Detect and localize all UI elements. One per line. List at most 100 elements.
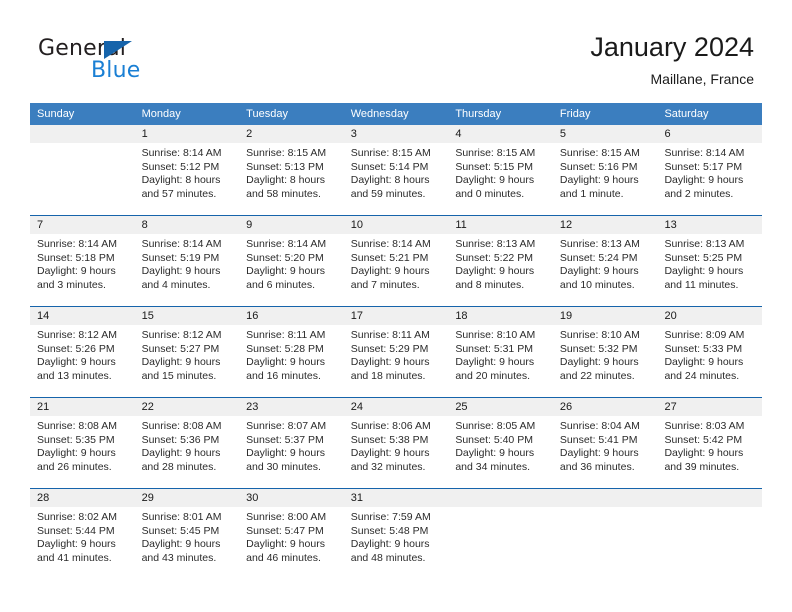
day-detail-line: Sunset: 5:48 PM xyxy=(350,524,429,537)
day-number[interactable]: 11 xyxy=(448,216,553,234)
day-cell[interactable]: Sunrise: 8:13 AM Sunset: 5:22 PM Daylight:… xyxy=(448,234,553,306)
day-number[interactable]: 25 xyxy=(448,398,553,416)
day-detail-line: Sunset: 5:15 PM xyxy=(455,160,533,173)
day-cell-empty xyxy=(553,507,658,579)
day-number[interactable]: 22 xyxy=(135,398,240,416)
day-number[interactable]: 13 xyxy=(657,216,762,234)
day-number[interactable]: 23 xyxy=(239,398,344,416)
brand-name-blue: Blue xyxy=(91,58,141,83)
day-number[interactable]: 14 xyxy=(30,307,135,325)
day-cell[interactable]: Sunrise: 8:15 AM Sunset: 5:15 PM Daylight:… xyxy=(448,143,553,215)
day-number[interactable]: 9 xyxy=(239,216,344,234)
day-cell[interactable]: Sunrise: 8:11 AM Sunset: 5:28 PM Daylight:… xyxy=(239,325,344,397)
day-detail-line: Sunset: 5:17 PM xyxy=(664,160,743,173)
day-number[interactable]: 6 xyxy=(657,125,762,143)
day-cell[interactable]: Sunrise: 8:10 AM Sunset: 5:31 PM Daylight:… xyxy=(448,325,553,397)
day-number[interactable]: 3 xyxy=(344,125,449,143)
day-cell[interactable]: Sunrise: 8:08 AM Sunset: 5:36 PM Daylight:… xyxy=(135,416,240,488)
day-number[interactable]: 10 xyxy=(344,216,449,234)
day-cell[interactable]: Sunrise: 8:02 AM Sunset: 5:44 PM Daylight:… xyxy=(30,507,135,579)
day-cell[interactable]: Sunrise: 8:03 AM Sunset: 5:42 PM Daylight:… xyxy=(657,416,762,488)
day-cell[interactable]: Sunrise: 8:14 AM Sunset: 5:20 PM Daylight:… xyxy=(239,234,344,306)
day-detail-line: Daylight: 9 hours xyxy=(246,265,325,278)
day-detail-line: and 41 minutes. xyxy=(37,551,112,564)
day-detail-line: and 7 minutes. xyxy=(350,278,420,291)
day-number-empty xyxy=(448,489,553,507)
day-number[interactable]: 2 xyxy=(239,125,344,143)
day-detail-line: Sunrise: 8:13 AM xyxy=(455,238,536,250)
day-number[interactable]: 27 xyxy=(657,398,762,416)
day-detail-line: Daylight: 9 hours xyxy=(37,538,116,551)
day-number[interactable]: 5 xyxy=(553,125,658,143)
day-cell[interactable]: Sunrise: 8:14 AM Sunset: 5:18 PM Daylight:… xyxy=(30,234,135,306)
day-cell[interactable]: Sunrise: 7:59 AM Sunset: 5:48 PM Daylight:… xyxy=(344,507,449,579)
day-number[interactable]: 17 xyxy=(344,307,449,325)
day-detail-line: and 46 minutes. xyxy=(246,551,321,564)
day-detail-line: Sunset: 5:37 PM xyxy=(246,433,324,446)
day-cell-empty xyxy=(657,507,762,579)
day-cell[interactable]: Sunrise: 8:11 AM Sunset: 5:29 PM Daylight:… xyxy=(344,325,449,397)
day-number[interactable]: 19 xyxy=(553,307,658,325)
day-detail-line: Daylight: 9 hours xyxy=(350,538,430,551)
day-number[interactable]: 16 xyxy=(239,307,344,325)
day-detail-line: Daylight: 9 hours xyxy=(664,174,744,187)
day-cell[interactable]: Sunrise: 8:00 AM Sunset: 5:47 PM Daylight:… xyxy=(239,507,344,579)
day-number[interactable]: 4 xyxy=(448,125,553,143)
day-detail-line: Sunset: 5:26 PM xyxy=(37,342,115,355)
day-cell[interactable]: Sunrise: 8:15 AM Sunset: 5:14 PM Daylight:… xyxy=(344,143,449,215)
day-cell[interactable]: Sunrise: 8:15 AM Sunset: 5:13 PM Daylight:… xyxy=(239,143,344,215)
day-detail-line: and 32 minutes. xyxy=(350,460,426,473)
day-detail-line: and 20 minutes. xyxy=(455,369,531,382)
day-cell[interactable]: Sunrise: 8:07 AM Sunset: 5:37 PM Daylight:… xyxy=(239,416,344,488)
day-number[interactable]: 8 xyxy=(135,216,240,234)
day-number[interactable]: 12 xyxy=(553,216,658,234)
week-daynumber-band: 7 8 9 10 11 12 13 xyxy=(30,216,762,234)
day-number[interactable]: 26 xyxy=(553,398,658,416)
day-detail-line: Sunrise: 8:07 AM xyxy=(246,420,327,432)
day-number[interactable]: 7 xyxy=(30,216,135,234)
day-cell[interactable]: Sunrise: 8:12 AM Sunset: 5:26 PM Daylight:… xyxy=(30,325,135,397)
day-number[interactable]: 15 xyxy=(135,307,240,325)
day-cell[interactable]: Sunrise: 8:13 AM Sunset: 5:25 PM Daylight:… xyxy=(657,234,762,306)
day-cell[interactable]: Sunrise: 8:14 AM Sunset: 5:17 PM Daylight:… xyxy=(657,143,762,215)
day-detail-line: Sunset: 5:24 PM xyxy=(559,251,638,264)
day-detail-line: Sunset: 5:19 PM xyxy=(141,251,220,264)
day-cell[interactable]: Sunrise: 8:05 AM Sunset: 5:40 PM Daylight:… xyxy=(448,416,553,488)
day-cell[interactable]: Sunrise: 8:14 AM Sunset: 5:21 PM Daylight:… xyxy=(344,234,449,306)
day-cell[interactable]: Sunrise: 8:01 AM Sunset: 5:45 PM Daylight:… xyxy=(135,507,240,579)
day-cell[interactable]: Sunrise: 8:12 AM Sunset: 5:27 PM Daylight:… xyxy=(135,325,240,397)
day-detail-line: Sunset: 5:45 PM xyxy=(141,524,220,537)
weekday-header-wednesday: Wednesday xyxy=(350,108,409,120)
day-number[interactable]: 31 xyxy=(344,489,449,507)
day-detail-line: Sunrise: 8:03 AM xyxy=(664,420,745,432)
calendar-week-row: 28 29 30 31 Sunrise: 8:02 AM Sunset: 5:44 PM D… xyxy=(30,488,762,579)
day-number-empty xyxy=(30,125,135,143)
day-cell[interactable]: Sunrise: 8:06 AM Sunset: 5:38 PM Daylight:… xyxy=(344,416,449,488)
day-number[interactable]: 21 xyxy=(30,398,135,416)
day-number[interactable]: 20 xyxy=(657,307,762,325)
day-number[interactable]: 18 xyxy=(448,307,553,325)
day-number[interactable]: 24 xyxy=(344,398,449,416)
day-number[interactable]: 1 xyxy=(135,125,240,143)
day-cell[interactable]: Sunrise: 8:09 AM Sunset: 5:33 PM Daylight:… xyxy=(657,325,762,397)
day-detail-line: Sunrise: 8:15 AM xyxy=(246,147,327,159)
brand-logo[interactable]: General Blue xyxy=(38,36,238,88)
week-detail-band: Sunrise: 8:12 AM Sunset: 5:26 PM Daylight:… xyxy=(30,325,762,397)
day-cell[interactable]: Sunrise: 8:10 AM Sunset: 5:32 PM Daylight:… xyxy=(553,325,658,397)
day-detail-line: and 18 minutes. xyxy=(350,369,426,382)
day-detail-line: Daylight: 9 hours xyxy=(141,265,221,278)
calendar-week-row: 21 22 23 24 25 26 27 Sunrise: 8:08 AM Sunset: 5:… xyxy=(30,397,762,488)
page-header: General Blue January 2024 Maillane, Fran… xyxy=(0,0,792,103)
day-number[interactable]: 28 xyxy=(30,489,135,507)
day-number[interactable]: 30 xyxy=(239,489,344,507)
day-cell[interactable]: Sunrise: 8:08 AM Sunset: 5:35 PM Daylight:… xyxy=(30,416,135,488)
day-detail-line: Sunset: 5:18 PM xyxy=(37,251,115,264)
day-cell[interactable]: Sunrise: 8:13 AM Sunset: 5:24 PM Daylight:… xyxy=(553,234,658,306)
weekday-header-monday: Monday xyxy=(141,108,181,120)
day-cell[interactable]: Sunrise: 8:14 AM Sunset: 5:19 PM Daylight:… xyxy=(135,234,240,306)
day-cell[interactable]: Sunrise: 8:15 AM Sunset: 5:16 PM Daylight:… xyxy=(553,143,658,215)
day-number[interactable]: 29 xyxy=(135,489,240,507)
day-cell[interactable]: Sunrise: 8:04 AM Sunset: 5:41 PM Daylight:… xyxy=(553,416,658,488)
day-detail-line: Sunrise: 8:04 AM xyxy=(559,420,640,432)
day-cell[interactable]: Sunrise: 8:14 AM Sunset: 5:12 PM Daylight:… xyxy=(135,143,240,215)
